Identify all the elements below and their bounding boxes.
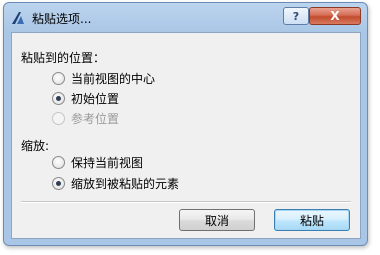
scale-label: 缩放: — [21, 139, 50, 153]
radio-label: 参考位置 — [71, 111, 120, 126]
radio-button[interactable] — [52, 71, 65, 85]
window-title: 粘贴选项... — [32, 12, 92, 26]
help-icon: ? — [292, 9, 300, 23]
radio-original-position[interactable]: 初始位置 — [52, 90, 119, 106]
help-button[interactable]: ? — [283, 7, 309, 25]
divider — [21, 201, 351, 203]
radio-zoom-to-pasted[interactable]: 缩放到被粘贴的元素 — [52, 175, 179, 191]
radio-current-view-center[interactable]: 当前视图的中心 — [52, 70, 155, 86]
close-icon: X — [330, 9, 340, 23]
app-logo-icon — [12, 12, 24, 24]
radio-label: 保持当前视图 — [71, 155, 144, 170]
radio-label: 当前视图的中心 — [71, 71, 156, 86]
close-button[interactable]: X — [309, 7, 361, 25]
title-bar[interactable]: 粘贴选项... ? X — [4, 3, 367, 31]
paste-button[interactable]: 粘贴 — [274, 209, 350, 231]
radio-reference-position: 参考位置 — [52, 110, 119, 126]
paste-position-label: 粘贴到的位置： — [21, 51, 106, 65]
cancel-button[interactable]: 取消 — [179, 209, 255, 231]
radio-button — [52, 111, 65, 125]
radio-button[interactable] — [52, 155, 65, 169]
radio-label: 初始位置 — [71, 91, 120, 106]
radio-keep-current-view[interactable]: 保持当前视图 — [52, 154, 143, 170]
radio-label: 缩放到被粘贴的元素 — [71, 176, 180, 191]
dialog-body: 粘贴到的位置： 当前视图的中心 初始位置 参考位置 缩放: 保持当前视图 缩放到… — [11, 32, 361, 239]
radio-button[interactable] — [52, 176, 65, 190]
radio-button[interactable] — [52, 91, 65, 105]
paste-options-dialog: 粘贴选项... ? X 粘贴到的位置： 当前视图的中心 初始位置 参考位置 缩放… — [3, 2, 368, 246]
